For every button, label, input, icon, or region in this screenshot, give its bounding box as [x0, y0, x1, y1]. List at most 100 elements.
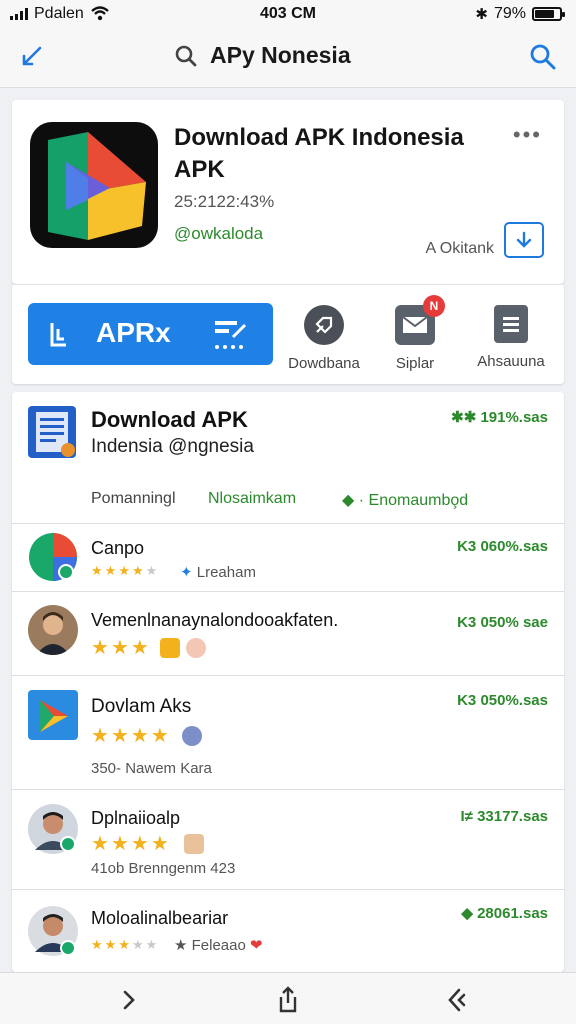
featured-footer-link[interactable]: ◆ · Enomaumbo̧d	[342, 490, 468, 510]
star-filled-icon: ★	[131, 563, 144, 578]
action-label: Siplar	[395, 355, 435, 372]
featured-footer-label: Pomanningl	[91, 490, 176, 507]
star-filled-icon: ★	[130, 833, 149, 855]
star-filled-icon: ★	[110, 833, 129, 855]
list-icon	[494, 305, 528, 343]
navigation-bar: APy Nonesia	[0, 30, 576, 88]
star-filled-icon: ★	[110, 637, 129, 659]
mail-icon: N	[395, 295, 445, 345]
star-filled-icon: ★	[118, 563, 130, 578]
star-filled-icon: ★	[130, 637, 149, 659]
download-icon	[516, 231, 532, 248]
action-label: Dowdbana	[288, 355, 360, 372]
app-icon	[30, 122, 158, 248]
star-filled-icon: ★	[91, 637, 109, 659]
app-size: K3 050% sae	[457, 614, 548, 631]
search-button[interactable]	[528, 42, 558, 72]
smile-icon	[160, 638, 180, 658]
user-avatar	[28, 804, 78, 854]
star-filled-icon: ★	[104, 937, 117, 952]
face-icon	[184, 834, 204, 854]
list-item[interactable]: Dovlam Aks K3 050%.sas ★★★★★ 350- Nawem …	[12, 676, 564, 790]
app-name: Download APK Indonesia APK	[174, 124, 464, 183]
rating-stars: ★★★★★	[91, 938, 157, 951]
search-icon	[175, 45, 197, 66]
notification-badge: N	[423, 295, 445, 317]
status-bar: Pdalen 403 CM ✱ 79%	[0, 0, 576, 30]
rating-stars: ★★★★★	[91, 564, 157, 577]
forward-icon[interactable]	[114, 985, 144, 1015]
app-subtitle: 41ob Brenngenm 423	[91, 860, 236, 877]
app-avatar	[28, 532, 78, 582]
bottom-toolbar	[0, 972, 576, 1024]
star-filled-icon: ★	[130, 725, 149, 747]
star-filled-icon: ★	[91, 833, 109, 855]
app-size: ◆ 28061.sas	[461, 905, 548, 922]
star-empty-icon: ★	[145, 563, 158, 578]
featured-item[interactable]: Download APK Indensia @ngnesia ✱✱ 191%.s…	[12, 392, 564, 524]
document-icon	[28, 406, 76, 458]
featured-title: Download APK	[91, 407, 248, 432]
star-filled-icon: ★	[150, 833, 169, 855]
app-name: Vemenlnanaynalondooakfaten.	[91, 610, 339, 630]
list-item[interactable]: Moloalinalbeariar ◆ 28061.sas ★ ★ ★ ★ ★ ★ Fe…	[12, 890, 564, 972]
user-avatar	[28, 906, 78, 956]
star-filled-icon: ★	[150, 725, 169, 747]
app-list: Download APK Indensia @ngnesia ✱✱ 191%.s…	[12, 392, 564, 972]
app-subtitle: ★ Feleaao ❤	[174, 937, 263, 954]
list-item[interactable]: Dplnaiioalp I≠ 33177.sas ★★★★★ 41ob Bren…	[12, 790, 564, 890]
edit-icon	[215, 321, 247, 349]
star-filled-icon: ★	[110, 725, 129, 747]
app-name: Canpo	[91, 538, 145, 558]
app-version: 25:2122:43%	[174, 192, 275, 211]
app-subtitle: ✦ Lreaham	[180, 564, 256, 581]
app-name: Dovlam Aks	[91, 696, 192, 717]
action-label: Ahsauuna	[477, 353, 545, 370]
phone-arrow-icon	[50, 323, 66, 347]
heart-icon: ❤	[250, 937, 263, 954]
face-icon	[186, 638, 206, 658]
app-size: K3 050%.sas	[457, 692, 548, 709]
bluetooth-icon: ✱	[475, 6, 488, 23]
download-button[interactable]	[504, 222, 544, 258]
page-title: APy Nonesia	[174, 42, 351, 69]
featured-size: ✱✱ 191%.sas	[451, 409, 548, 426]
apk-button-label: APRx	[96, 317, 171, 348]
app-name: Moloalinalbeariar	[91, 908, 229, 928]
rating-stars: ★★★★★	[91, 638, 149, 658]
back-icon[interactable]	[18, 44, 44, 70]
actions-row: APRx Dowdbana N Siplar Ahsauuna	[12, 284, 564, 384]
star-filled-icon: ★	[104, 563, 117, 578]
rocket-icon	[304, 305, 344, 345]
share-icon[interactable]	[273, 985, 303, 1015]
app-size: I≠ 33177.sas	[460, 808, 548, 825]
star-empty-icon: ★	[131, 937, 144, 952]
app-developer[interactable]: @owkaloda	[174, 224, 263, 244]
rating-stars: ★★★★★	[91, 726, 169, 746]
install-label: A Okitank	[425, 240, 494, 257]
action-details[interactable]: Ahsauuna	[466, 305, 556, 370]
apk-button[interactable]: APRx	[28, 303, 273, 365]
action-share[interactable]: N Siplar	[370, 295, 460, 372]
star-filled-icon: ★	[91, 937, 103, 952]
featured-footer-link[interactable]: Nlosaimkam	[208, 490, 296, 508]
app-name: Dplnaiioalp	[91, 808, 181, 828]
tabs-icon[interactable]	[443, 985, 473, 1015]
star-empty-icon: ★	[145, 937, 158, 952]
featured-subtitle: Indensia @ngnesia	[91, 436, 254, 457]
app-subtitle: 350- Nawem Kara	[91, 760, 212, 777]
rating-stars: ★★★★★	[91, 834, 169, 854]
list-item[interactable]: Canpo K3 060%.sas ★ ★ ★ ★ ★ ✦ Lreaham	[12, 524, 564, 592]
battery-percent: 79%	[493, 5, 526, 22]
star-filled-icon: ★	[91, 563, 103, 578]
app-icon	[28, 690, 78, 740]
action-download[interactable]: Dowdbana	[279, 305, 369, 372]
list-item[interactable]: Vemenlnanaynalondooakfaten. K3 050% sae …	[12, 592, 564, 676]
more-icon[interactable]: •••	[513, 122, 542, 148]
battery-icon	[532, 7, 565, 21]
app-header-card: Download APK Indonesia APK 25:2122:43% @…	[12, 100, 564, 284]
user-avatar	[28, 605, 78, 655]
page-title-text: APy Nonesia	[210, 42, 351, 68]
star-filled-icon: ★	[91, 725, 109, 747]
app-size: K3 060%.sas	[457, 538, 548, 555]
